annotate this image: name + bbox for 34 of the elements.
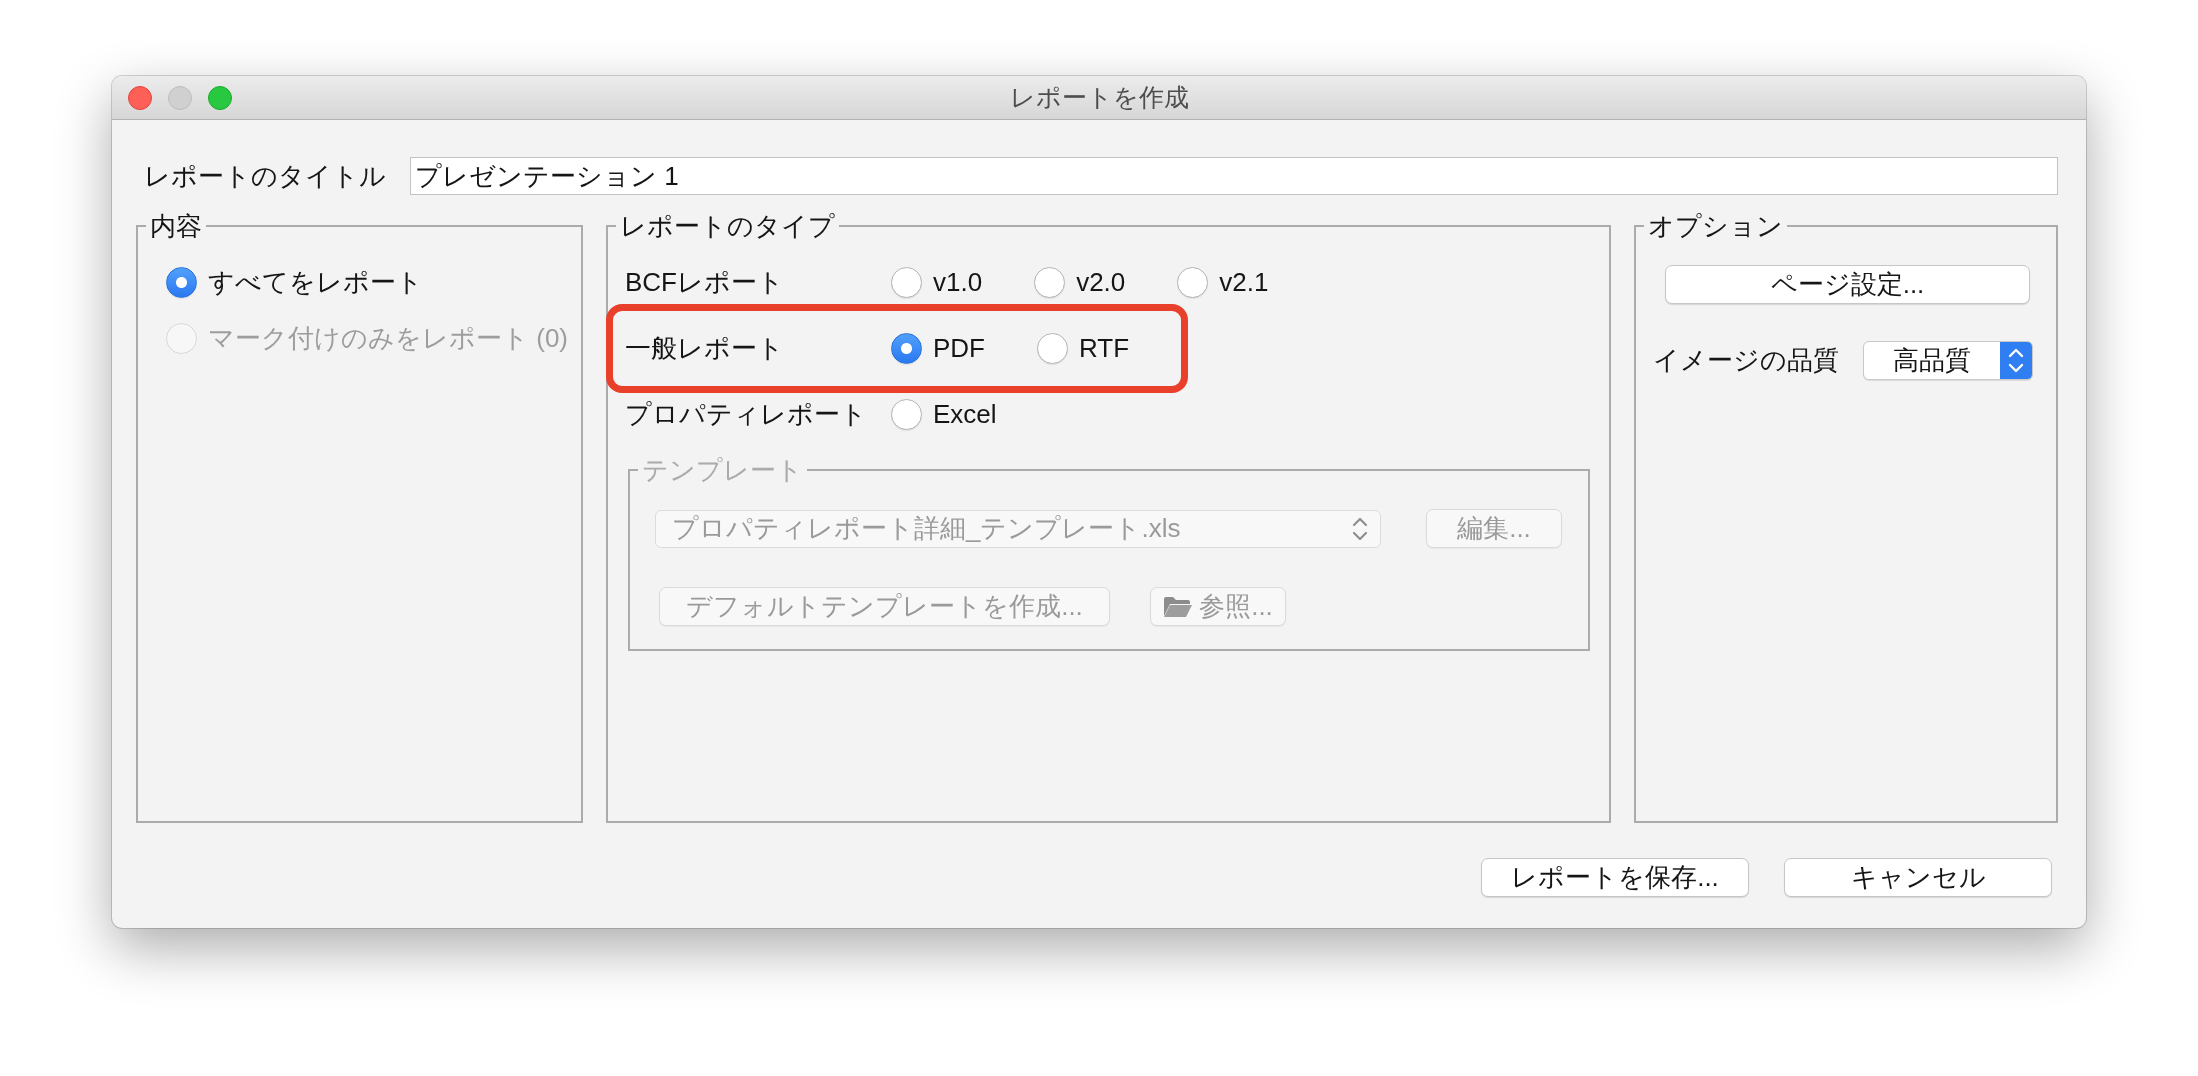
row-label: 一般レポート (625, 331, 785, 365)
group-title: 内容 (149, 211, 203, 241)
radio-label[interactable]: RTF (1079, 332, 1130, 364)
radio-button[interactable] (891, 266, 922, 298)
close-icon[interactable] (128, 85, 152, 110)
up-down-chevron-icon (1352, 515, 1368, 542)
group-title: レポートのタイプ (619, 211, 836, 241)
group-title: テンプレート (641, 455, 804, 485)
radio-label[interactable]: v2.1 (1219, 266, 1269, 298)
dialog-button[interactable]: キャンセル (1784, 858, 2052, 897)
radio-button[interactable] (166, 266, 197, 298)
radio-label[interactable]: v1.0 (933, 266, 983, 298)
folder-icon (1163, 595, 1194, 618)
radio-button[interactable] (891, 332, 922, 364)
stepper-icon (2000, 342, 2032, 379)
window-title: レポートを作成 (1009, 82, 1189, 113)
row-label: プロパティレポート (625, 397, 868, 431)
field-label: イメージの品質 (1653, 344, 1839, 377)
radio-label[interactable]: PDF (933, 332, 985, 364)
radio-button[interactable] (1177, 266, 1209, 298)
radio-label[interactable]: Excel (933, 398, 997, 430)
group-title: オプション (1647, 211, 1784, 241)
row-label: BCFレポート (625, 265, 785, 299)
radio-button[interactable] (1037, 332, 1068, 364)
dialog-button[interactable]: レポートを保存... (1481, 858, 1749, 897)
radio-label[interactable]: v2.0 (1076, 266, 1126, 298)
field-label: レポートのタイトル (144, 159, 386, 193)
quality-dropdown[interactable]: 高品質 (1863, 341, 2033, 380)
title-input-field[interactable]: プレゼンテーション 1 (410, 157, 2058, 195)
zoom-icon[interactable] (208, 85, 232, 110)
page-setup-button[interactable]: ページ設定... (1665, 265, 2030, 304)
radio-button[interactable] (891, 398, 922, 430)
radio-label[interactable]: すべてをレポート (208, 264, 423, 300)
radio-button[interactable] (1034, 266, 1066, 298)
